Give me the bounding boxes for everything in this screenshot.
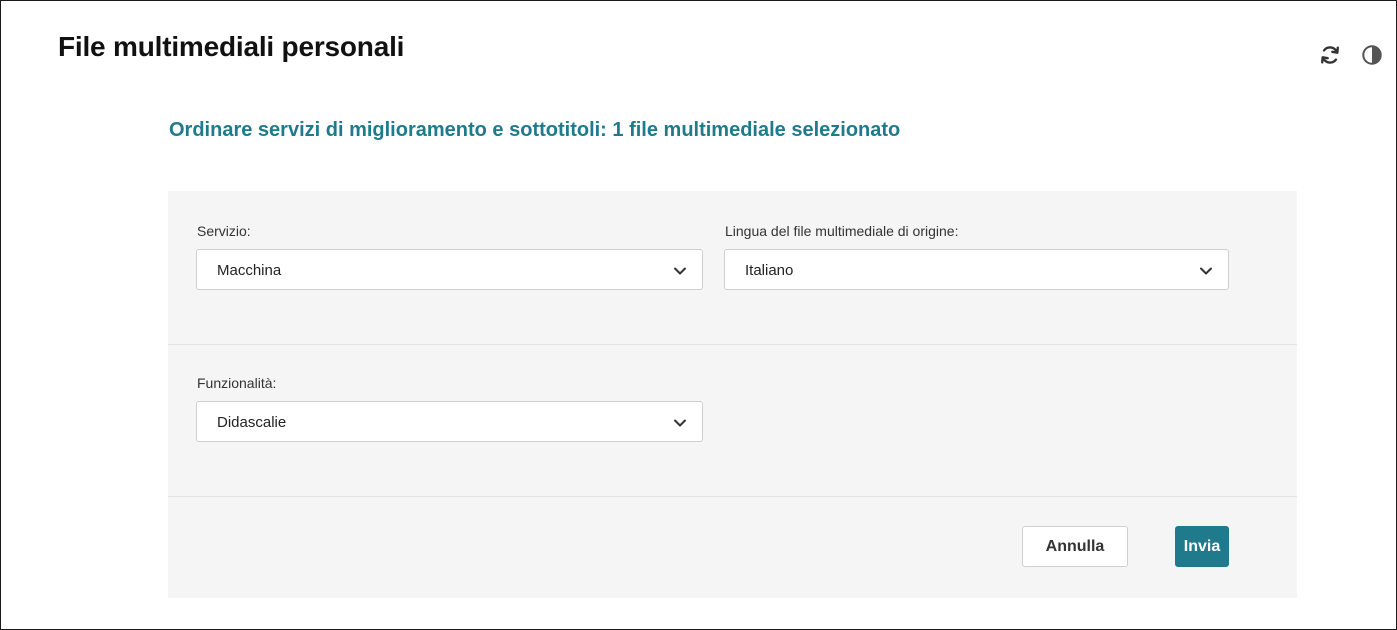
- feature-label: Funzionalità:: [197, 375, 277, 391]
- header-toolbar: [1318, 43, 1384, 67]
- contrast-icon[interactable]: [1360, 43, 1384, 67]
- source-language-label: Lingua del file multimediale di origine:: [725, 223, 959, 239]
- feature-value: Didascalie: [217, 414, 287, 431]
- cancel-button[interactable]: Annulla: [1022, 526, 1128, 567]
- submit-button[interactable]: Invia: [1175, 526, 1229, 567]
- feature-select[interactable]: Didascalie: [196, 401, 703, 442]
- refresh-icon[interactable]: [1318, 43, 1342, 67]
- window-frame: File multimediali personali Ordinare ser…: [0, 0, 1397, 630]
- source-language-value: Italiano: [745, 262, 794, 279]
- source-language-select[interactable]: Italiano: [724, 249, 1229, 290]
- feature-section: Funzionalità: Didascalie: [168, 345, 1297, 497]
- service-value: Macchina: [217, 262, 282, 279]
- chevron-down-icon: [674, 267, 686, 275]
- chevron-down-icon: [1200, 267, 1212, 275]
- form-actions: Annulla Invia: [168, 497, 1297, 598]
- chevron-down-icon: [674, 419, 686, 427]
- service-language-section: Servizio: Macchina Lingua del file multi…: [168, 191, 1297, 345]
- order-subtitle: Ordinare servizi di miglioramento e sott…: [169, 119, 901, 141]
- order-form-panel: Servizio: Macchina Lingua del file multi…: [168, 191, 1297, 598]
- page-title: File multimediali personali: [58, 31, 405, 62]
- service-label: Servizio:: [197, 223, 251, 239]
- service-select[interactable]: Macchina: [196, 249, 703, 290]
